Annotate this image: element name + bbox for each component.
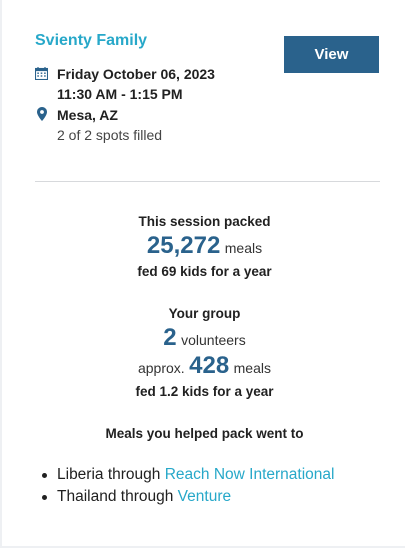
session-meals-unit: meals — [224, 240, 263, 256]
spots-filled: 2 of 2 spots filled — [57, 127, 163, 143]
event-time: 11:30 AM - 1:15 PM — [57, 86, 183, 102]
calendar-icon — [34, 67, 49, 81]
session-fed: fed 69 kids for a year — [137, 264, 272, 279]
group-volunteers-unit: volunteers — [181, 332, 246, 348]
divider — [35, 181, 380, 182]
family-name: Svienty Family — [35, 32, 148, 49]
destination-through: through — [107, 466, 161, 483]
group-heading: Your group — [168, 306, 241, 321]
group-meals-unit: meals — [233, 360, 271, 376]
destination-country: Liberia — [57, 466, 104, 483]
session-heading: This session packed — [138, 214, 271, 229]
partner-link-reach-now[interactable]: Reach Now International — [165, 466, 335, 483]
bullet — [42, 473, 47, 478]
list-item: Thailand through Venture — [42, 488, 231, 506]
destination-through: through — [120, 488, 174, 505]
map-pin-icon — [37, 107, 51, 121]
group-meals-count: 428 — [189, 352, 230, 379]
partner-link-venture[interactable]: Venture — [178, 488, 231, 505]
group-approx-prefix: approx. — [137, 360, 185, 376]
event-card: Svienty Family View Friday October 06, 2… — [0, 0, 405, 548]
session-meals: 25,272 meals — [2, 232, 405, 260]
group-volunteers-count: 2 — [163, 324, 177, 351]
bullet — [42, 495, 47, 500]
group-volunteers: 2 volunteers — [2, 324, 405, 352]
group-fed: fed 1.2 kids for a year — [135, 384, 274, 399]
group-meals: approx. 428 meals — [2, 352, 405, 380]
destinations-heading: Meals you helped pack went to — [105, 426, 304, 441]
list-item: Liberia through Reach Now International — [42, 466, 335, 484]
session-meals-count: 25,272 — [146, 232, 221, 259]
event-location: Mesa, AZ — [57, 107, 118, 123]
view-button[interactable]: View — [284, 36, 379, 73]
event-date: Friday October 06, 2023 — [57, 66, 215, 82]
destination-country: Thailand — [57, 488, 117, 505]
